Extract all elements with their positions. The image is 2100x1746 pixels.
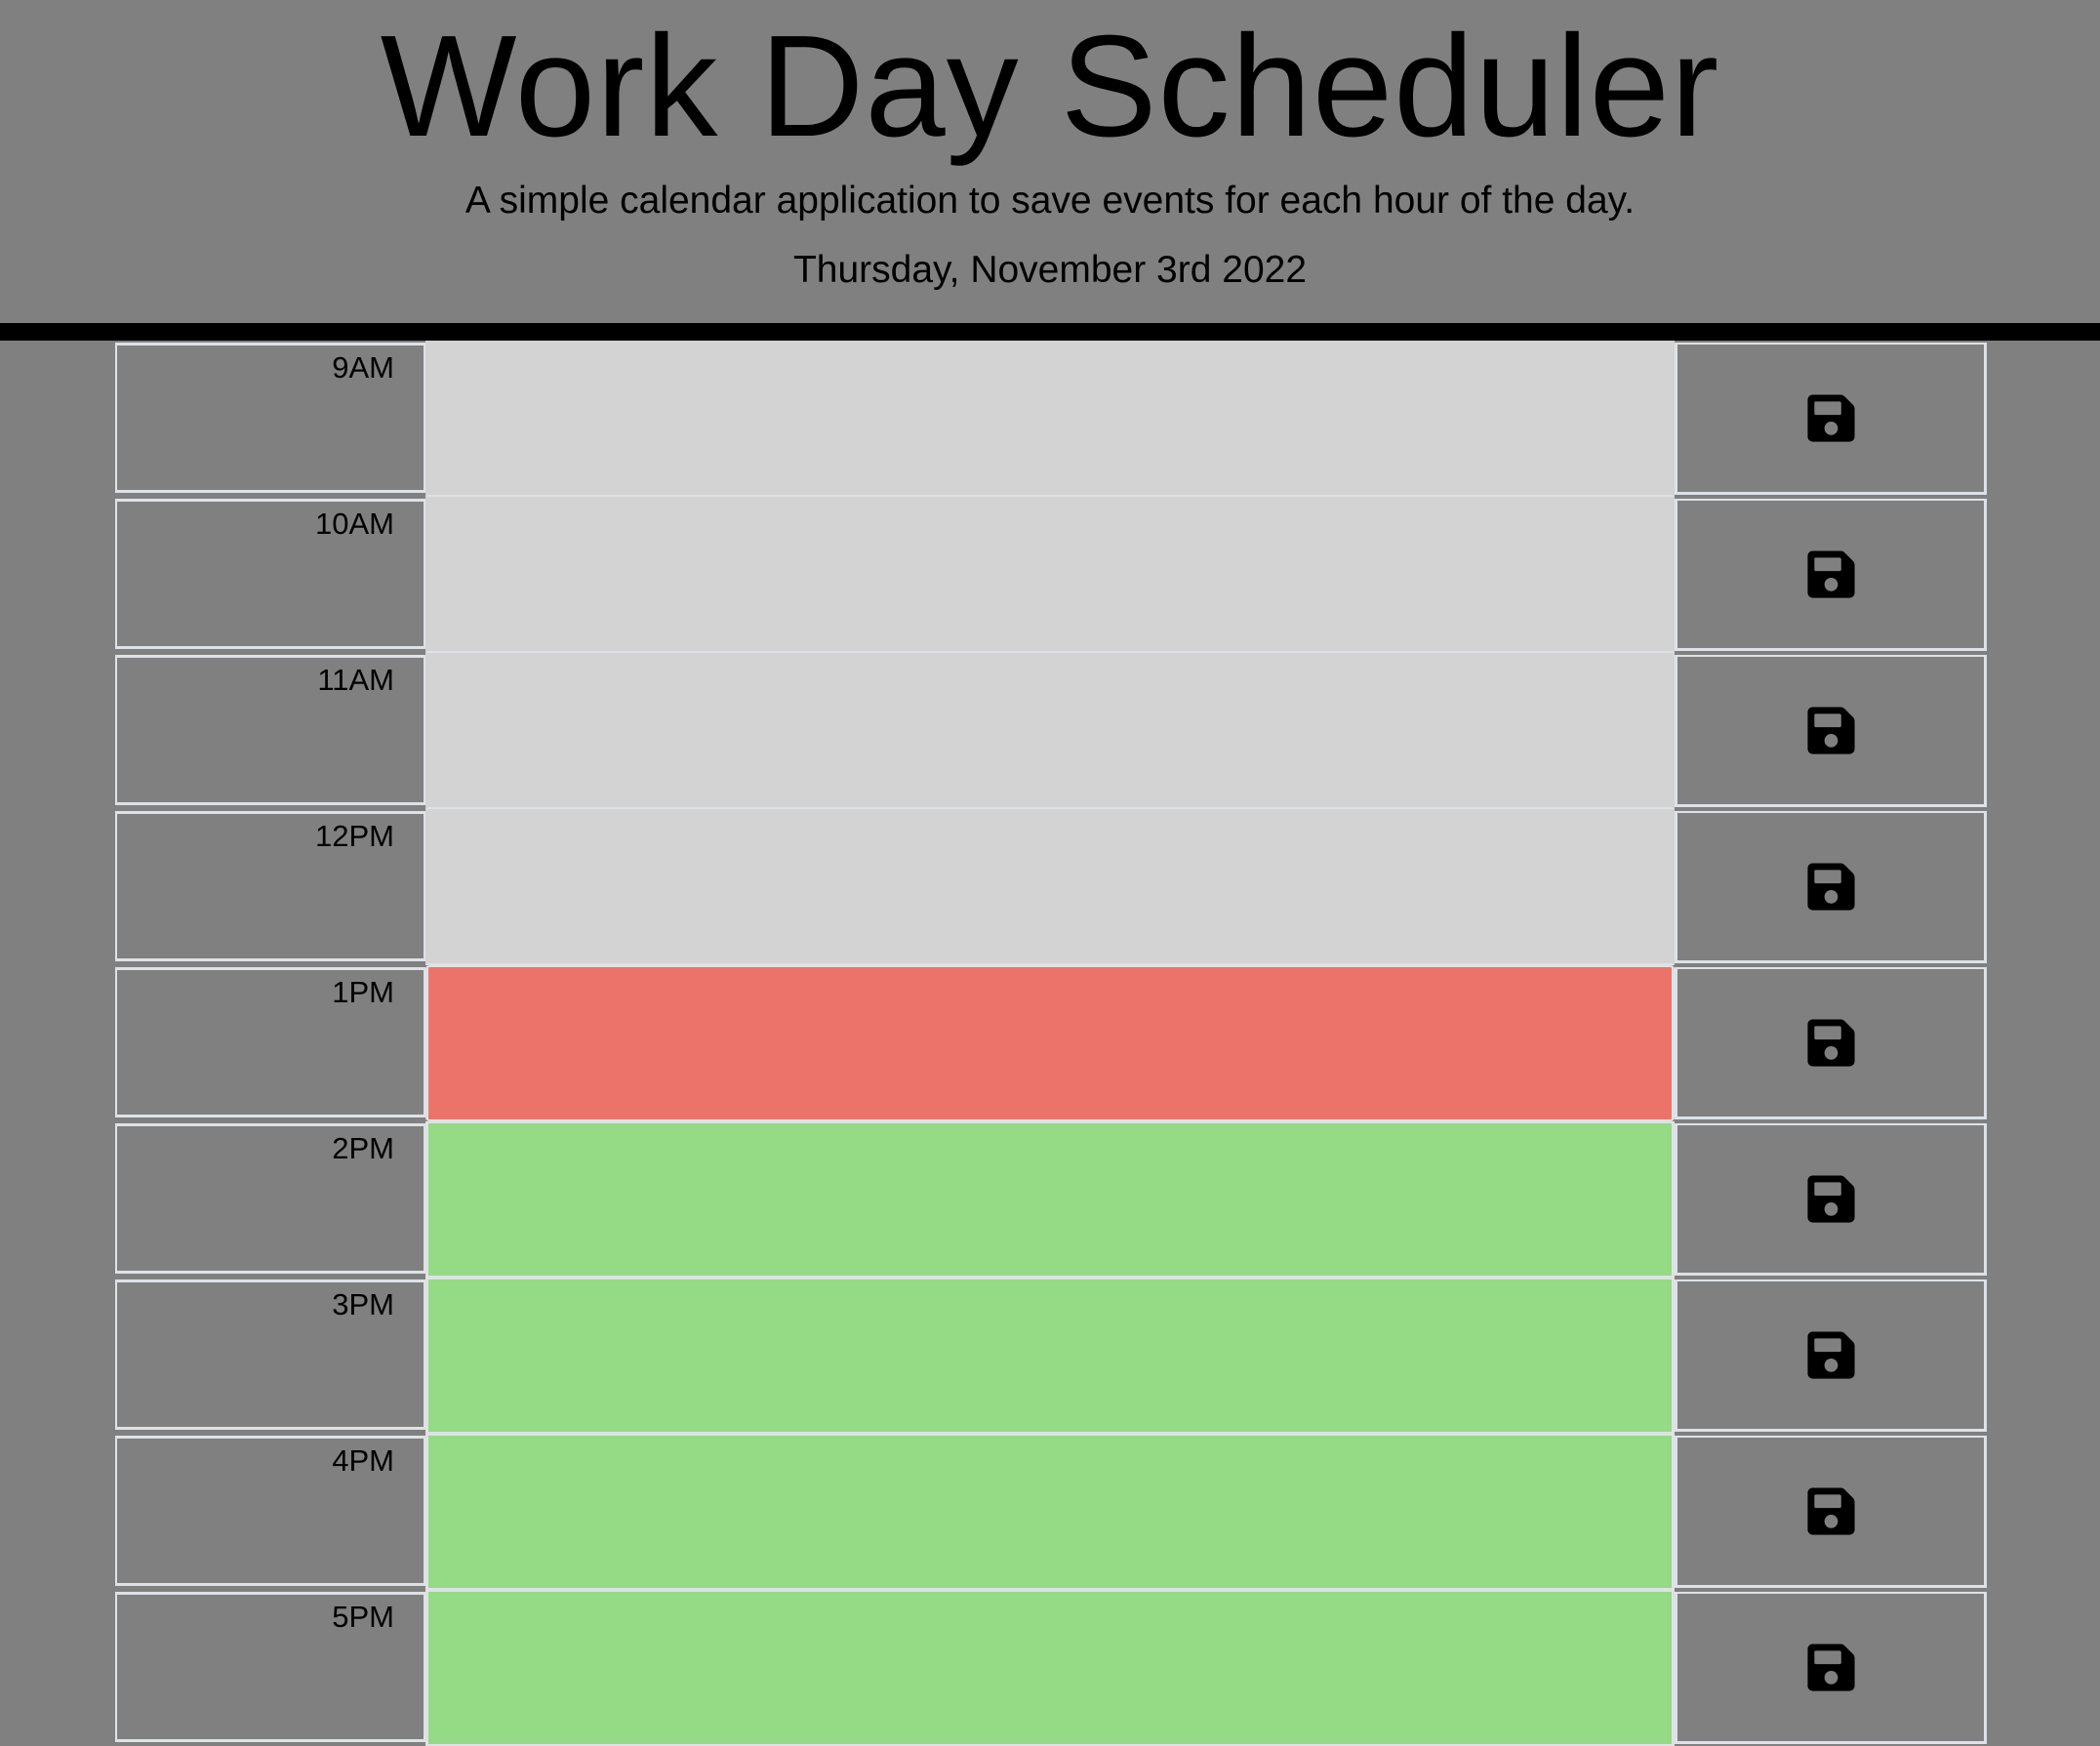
current-day: Thursday, November 3rd 2022 <box>792 249 1308 291</box>
floppy-disk-icon <box>1806 1175 1855 1223</box>
save-button[interactable] <box>1675 343 1987 495</box>
floppy-disk-icon <box>1806 394 1855 442</box>
save-button[interactable] <box>1675 1592 1987 1744</box>
hour-cell: 2PM <box>115 1123 425 1274</box>
hour-cell: 12PM <box>115 811 425 961</box>
floppy-disk-icon <box>1806 863 1855 911</box>
event-description-input[interactable] <box>425 653 1675 809</box>
save-button[interactable] <box>1675 1436 1987 1588</box>
event-description-input[interactable] <box>425 497 1675 653</box>
save-button[interactable] <box>1675 499 1987 651</box>
hour-cell: 3PM <box>115 1279 425 1430</box>
hour-label: 10AM <box>315 507 394 541</box>
time-block: 10AM <box>115 497 1987 653</box>
floppy-disk-icon <box>1806 1644 1855 1691</box>
save-button[interactable] <box>1675 655 1987 807</box>
time-block: 3PM <box>115 1278 1987 1434</box>
save-button[interactable] <box>1675 967 1987 1119</box>
event-description-input[interactable] <box>425 965 1675 1121</box>
time-block: 2PM <box>115 1121 1987 1278</box>
hour-cell: 5PM <box>115 1592 425 1742</box>
event-description-input[interactable] <box>425 1121 1675 1278</box>
floppy-disk-icon <box>1806 707 1855 754</box>
event-description-input[interactable] <box>425 1590 1675 1746</box>
time-block: 4PM <box>115 1434 1987 1590</box>
time-block: 11AM <box>115 653 1987 809</box>
time-block: 1PM <box>115 965 1987 1121</box>
save-button[interactable] <box>1675 1123 1987 1276</box>
save-button[interactable] <box>1675 1279 1987 1432</box>
event-description-input[interactable] <box>425 809 1675 965</box>
hour-cell: 1PM <box>115 967 425 1117</box>
time-block: 5PM <box>115 1590 1987 1746</box>
event-description-input[interactable] <box>425 1434 1675 1590</box>
floppy-disk-icon <box>1806 1487 1855 1535</box>
event-description-input[interactable] <box>425 1278 1675 1434</box>
time-block: 9AM <box>115 341 1987 497</box>
hour-label: 12PM <box>315 819 394 853</box>
hour-label: 5PM <box>332 1600 394 1634</box>
hour-cell: 9AM <box>115 343 425 493</box>
floppy-disk-icon <box>1806 1019 1855 1067</box>
hour-cell: 4PM <box>115 1436 425 1586</box>
page-subtitle: A simple calendar application to save ev… <box>464 180 1636 222</box>
page-title: Work Day Scheduler <box>380 6 1720 167</box>
hour-label: 9AM <box>332 350 394 385</box>
floppy-disk-icon <box>1806 550 1855 598</box>
hour-cell: 10AM <box>115 499 425 649</box>
hour-label: 11AM <box>317 663 394 697</box>
save-button[interactable] <box>1675 811 1987 963</box>
hour-label: 2PM <box>332 1131 394 1165</box>
hour-label: 1PM <box>332 975 394 1009</box>
time-block: 12PM <box>115 809 1987 965</box>
floppy-disk-icon <box>1806 1331 1855 1379</box>
header: Work Day Scheduler A simple calendar app… <box>0 0 2100 341</box>
event-description-input[interactable] <box>425 341 1675 497</box>
timeblock-list: 9AM 10AM 11AM 12PM 1PM 2PM 3PM 4PM 5PM <box>115 341 1987 1746</box>
hour-label: 3PM <box>332 1287 394 1321</box>
hour-label: 4PM <box>332 1443 394 1478</box>
hour-cell: 11AM <box>115 655 425 805</box>
